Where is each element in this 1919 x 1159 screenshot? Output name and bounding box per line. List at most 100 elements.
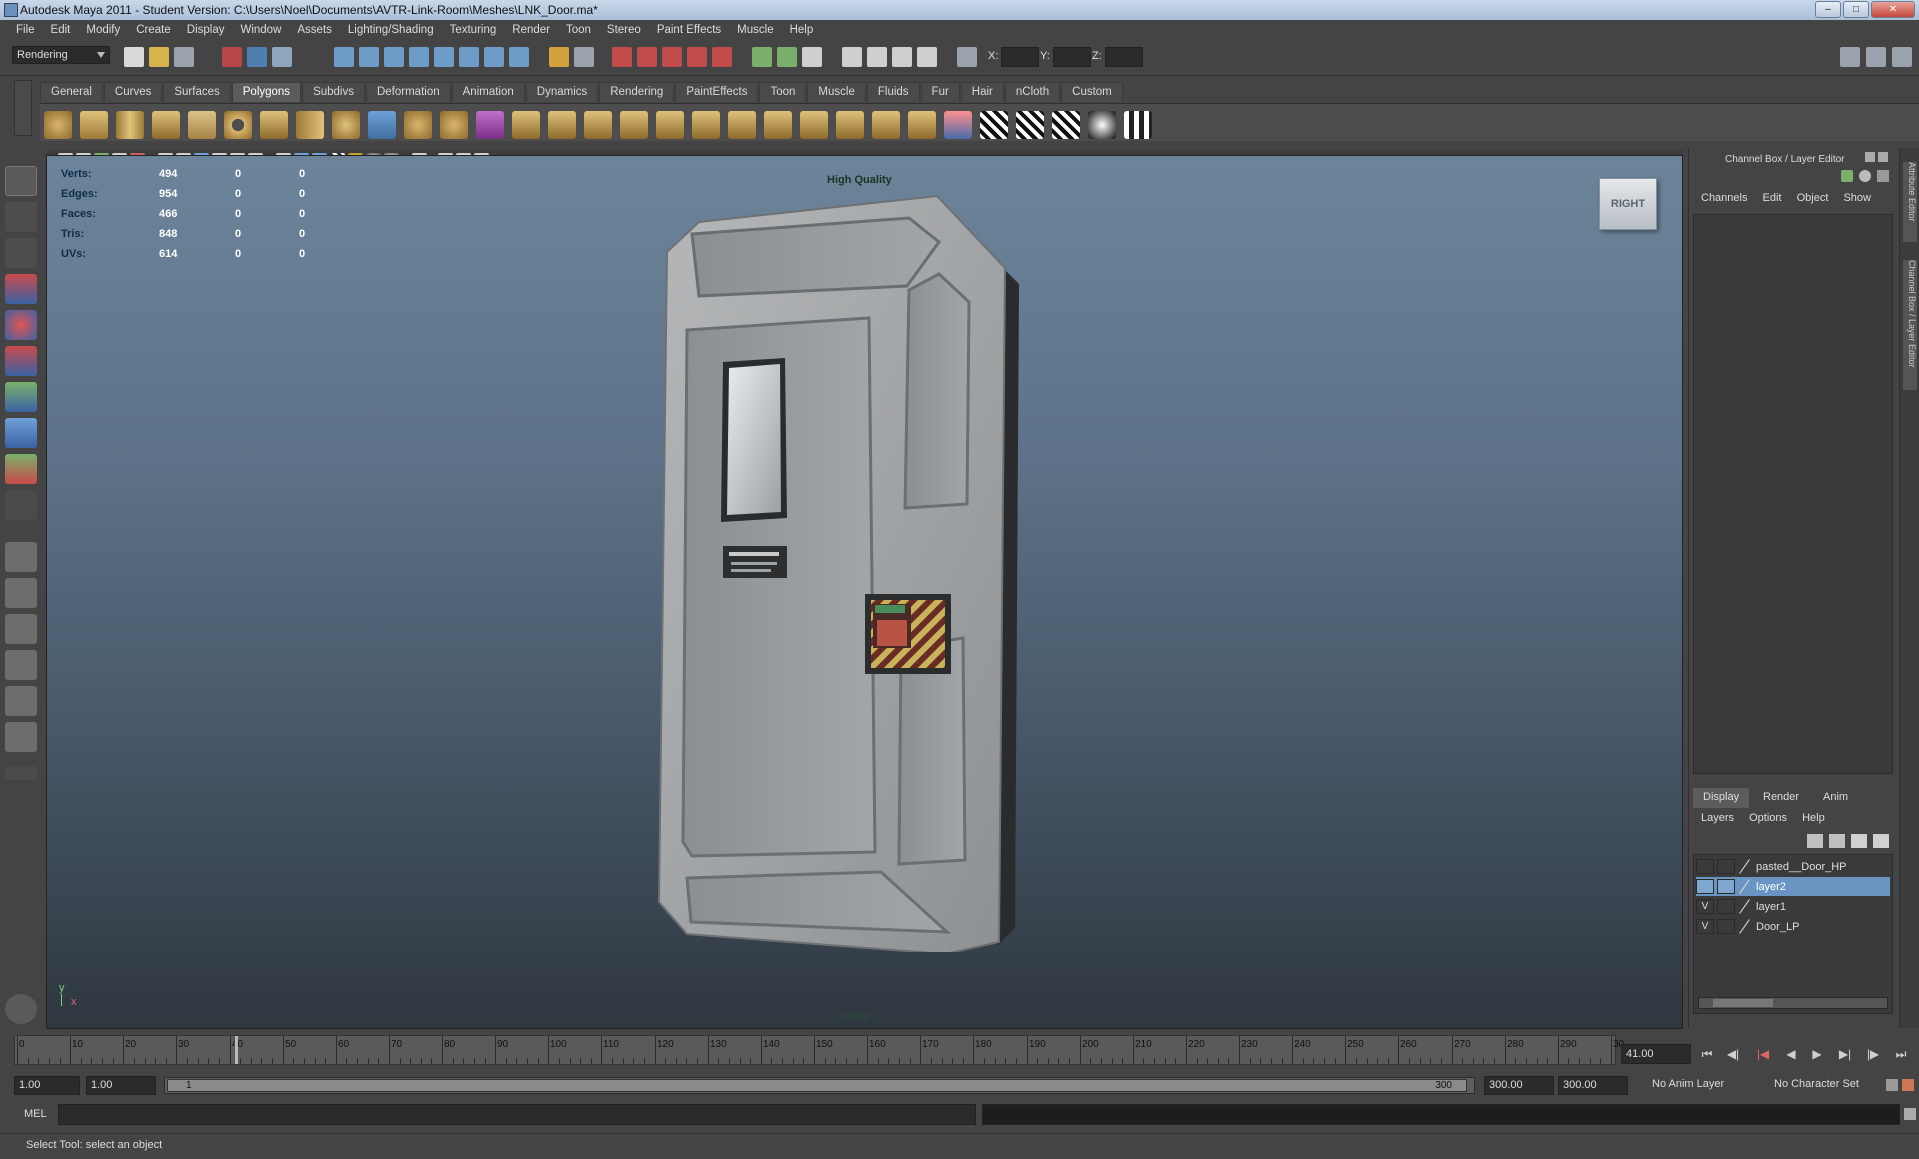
make-live-icon[interactable] xyxy=(712,47,732,67)
channel-box-side-tab[interactable]: Channel Box / Layer Editor xyxy=(1903,260,1917,390)
poly-soccer-ball-icon[interactable] xyxy=(332,111,360,139)
soft-modification-icon[interactable] xyxy=(5,418,37,448)
attribute-editor-tab[interactable]: Attribute Editor xyxy=(1903,162,1917,242)
layer-type-toggle[interactable] xyxy=(1717,859,1735,874)
channel-list[interactable] xyxy=(1693,214,1893,774)
menu-cb-edit[interactable]: Edit xyxy=(1763,192,1782,204)
menu-options[interactable]: Options xyxy=(1749,812,1787,824)
shelf-tab-subdivs[interactable]: Subdivs xyxy=(302,82,365,102)
select-by-rendering-icon[interactable] xyxy=(484,47,504,67)
menu-stereo[interactable]: Stereo xyxy=(599,24,649,36)
poly-sphere-icon[interactable] xyxy=(44,111,72,139)
range-slider[interactable]: 1 300 xyxy=(164,1077,1475,1094)
animation-preferences-icon[interactable] xyxy=(1902,1079,1914,1091)
minimize-button[interactable]: – xyxy=(1815,1,1841,18)
uv-layout-icon[interactable] xyxy=(5,722,37,752)
rotate-tool-icon[interactable] xyxy=(5,310,37,340)
cylindrical-mapping-icon[interactable] xyxy=(1016,111,1044,139)
smooth-icon[interactable] xyxy=(440,111,468,139)
tab-display[interactable]: Display xyxy=(1693,788,1750,808)
perspective-viewport[interactable]: Verts: 494 0 0 Edges: 954 0 0 Faces: 466… xyxy=(46,155,1683,1029)
mel-input[interactable] xyxy=(58,1104,976,1125)
paint-select-tool-icon[interactable] xyxy=(5,238,37,268)
menu-muscle[interactable]: Muscle xyxy=(729,24,781,36)
move-layer-down-icon[interactable] xyxy=(1829,834,1845,848)
menu-create[interactable]: Create xyxy=(128,24,179,36)
graph-editor-layout-icon[interactable] xyxy=(5,650,37,680)
playback-end-field[interactable]: 300.00 xyxy=(1484,1076,1554,1095)
offset-edge-loop-icon[interactable] xyxy=(728,111,756,139)
hypershade-icon[interactable] xyxy=(917,47,937,67)
highlight-selection-icon[interactable] xyxy=(574,47,594,67)
shelf-tab-fur[interactable]: Fur xyxy=(920,82,960,102)
menu-paint-effects[interactable]: Paint Effects xyxy=(649,24,729,36)
input-output-icon[interactable] xyxy=(752,47,772,67)
speed-toggle-icon[interactable] xyxy=(1877,170,1889,182)
hypershade-layout-icon[interactable] xyxy=(5,686,37,716)
select-tool-icon[interactable] xyxy=(5,166,37,196)
construction-history-icon[interactable] xyxy=(777,47,797,67)
panel-close-icon[interactable] xyxy=(1878,152,1888,162)
sculpt-geometry-icon[interactable] xyxy=(944,111,972,139)
wedge-face-icon[interactable] xyxy=(872,111,900,139)
z-field[interactable] xyxy=(1105,47,1143,67)
animation-start-field[interactable]: 1.00 xyxy=(14,1076,80,1095)
layer-row[interactable]: V layer1 xyxy=(1696,897,1890,916)
layer-type-toggle[interactable] xyxy=(1717,919,1735,934)
last-tool-icon[interactable] xyxy=(5,490,37,520)
shelf-menu-button[interactable] xyxy=(14,80,32,136)
x-field[interactable] xyxy=(1001,47,1039,67)
show-tool-settings-icon[interactable] xyxy=(1866,47,1886,67)
menu-help[interactable]: Help xyxy=(782,24,822,36)
bridge-icon[interactable] xyxy=(548,111,576,139)
menu-texturing[interactable]: Texturing xyxy=(442,24,505,36)
tab-anim[interactable]: Anim xyxy=(1813,788,1858,808)
select-by-dynamic-icon[interactable] xyxy=(459,47,479,67)
maximize-button[interactable]: □ xyxy=(1843,1,1869,18)
menu-modify[interactable]: Modify xyxy=(78,24,128,36)
play-backwards-icon[interactable]: ◀ xyxy=(1780,1047,1802,1065)
select-by-curve-icon[interactable] xyxy=(384,47,404,67)
render-settings-icon[interactable] xyxy=(892,47,912,67)
select-hierarchy-icon[interactable] xyxy=(222,47,242,67)
shelf-tab-polygons[interactable]: Polygons xyxy=(231,82,302,102)
menu-lighting-shading[interactable]: Lighting/Shading xyxy=(340,24,442,36)
poly-plane-icon[interactable] xyxy=(188,111,216,139)
select-by-deformation-icon[interactable] xyxy=(434,47,454,67)
menu-show[interactable]: Show xyxy=(1843,192,1871,204)
shelf-tab-hair[interactable]: Hair xyxy=(960,82,1004,102)
single-perspective-layout-icon[interactable] xyxy=(5,542,37,572)
split-polygon-icon[interactable] xyxy=(656,111,684,139)
menu-assets[interactable]: Assets xyxy=(289,24,340,36)
layer-visibility-toggle[interactable] xyxy=(1696,879,1714,894)
shelf-tab-curves[interactable]: Curves xyxy=(103,82,163,102)
menu-layers[interactable]: Layers xyxy=(1701,812,1734,824)
layer-type-toggle[interactable] xyxy=(1717,899,1735,914)
ipr-render-icon[interactable] xyxy=(867,47,887,67)
layer-visibility-toggle[interactable] xyxy=(1696,859,1714,874)
move-tool-icon[interactable] xyxy=(5,274,37,304)
door-model[interactable] xyxy=(647,192,1067,952)
current-frame-marker[interactable] xyxy=(235,1036,238,1064)
shelf-tab-rendering[interactable]: Rendering xyxy=(599,82,675,102)
poly-cube-icon[interactable] xyxy=(80,111,108,139)
channel-box-toggle-icon[interactable] xyxy=(1841,170,1853,182)
layer-color-icon[interactable] xyxy=(1738,879,1752,894)
select-misc-icon[interactable] xyxy=(509,47,529,67)
step-forward-key-icon[interactable]: |▶ xyxy=(1862,1047,1884,1065)
step-back-key-icon[interactable]: ◀| xyxy=(1722,1047,1744,1065)
layer-row[interactable]: V Door_LP xyxy=(1696,917,1890,936)
step-back-frame-icon[interactable]: |◀ xyxy=(1752,1047,1774,1065)
show-attribute-editor-icon[interactable] xyxy=(1840,47,1860,67)
bevel-icon[interactable] xyxy=(800,111,828,139)
snap-to-curve-icon[interactable] xyxy=(637,47,657,67)
shelf-tab-ncloth[interactable]: nCloth xyxy=(1004,82,1061,102)
shelf-tab-fluids[interactable]: Fluids xyxy=(866,82,920,102)
go-to-end-icon[interactable]: ⏭ xyxy=(1890,1047,1912,1065)
lock-selection-icon[interactable] xyxy=(549,47,569,67)
shelf-tab-deformation[interactable]: Deformation xyxy=(365,82,451,102)
shelf-tab-surfaces[interactable]: Surfaces xyxy=(163,82,231,102)
layout-more-icon[interactable] xyxy=(5,766,37,780)
show-channel-box-icon[interactable] xyxy=(1892,47,1912,67)
command-language-label[interactable]: MEL xyxy=(24,1108,47,1120)
